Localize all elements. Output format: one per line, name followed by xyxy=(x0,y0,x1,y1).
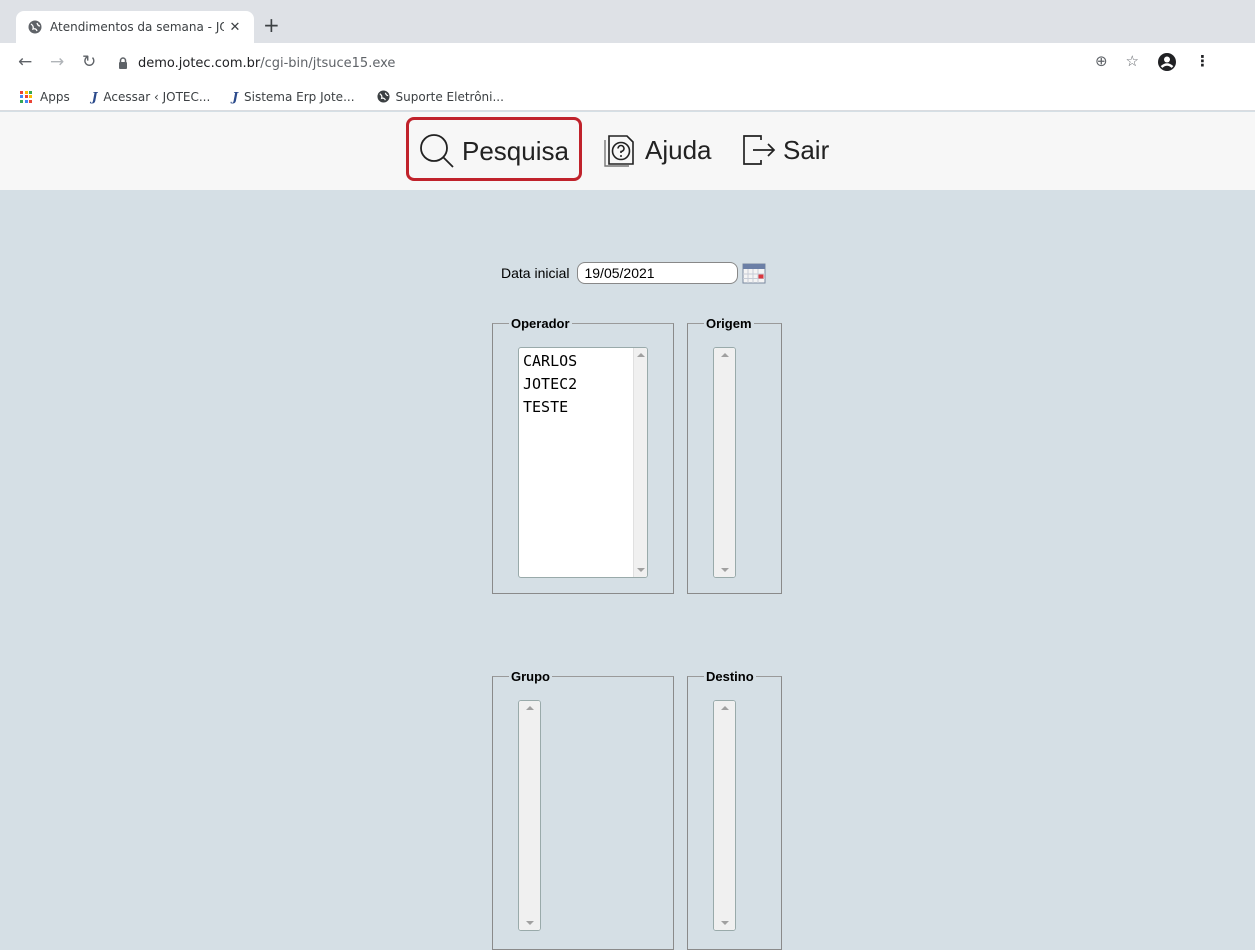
grupo-legend: Grupo xyxy=(511,669,550,684)
app-header: Pesquisa Ajuda Sair xyxy=(0,112,1255,190)
scrollbar[interactable] xyxy=(714,701,735,930)
bookmark-label: Suporte Eletrôni... xyxy=(395,89,504,104)
data-inicial-input[interactable] xyxy=(577,262,739,284)
url-path: /cgi-bin/jtsuce15.exe xyxy=(260,55,396,71)
address-bar[interactable]: demo.jotec.com.br/cgi-bin/jtsuce15.exe ⊕… xyxy=(112,49,1210,77)
origem-listbox[interactable] xyxy=(713,347,736,578)
bookmark-label: Sistema Erp Jote... xyxy=(244,89,355,104)
logout-icon xyxy=(743,135,776,165)
new-tab-button[interactable]: + xyxy=(263,15,280,35)
date-row: Data inicial xyxy=(501,262,766,284)
scroll-up-icon[interactable] xyxy=(721,706,729,710)
data-inicial-label: Data inicial xyxy=(501,265,570,281)
destino-legend: Destino xyxy=(706,669,754,684)
list-item[interactable]: TESTE xyxy=(523,396,577,419)
sair-label: Sair xyxy=(783,134,830,165)
globe-icon xyxy=(28,20,42,34)
list-item[interactable]: JOTEC2 xyxy=(523,373,577,396)
list-item[interactable]: CARLOS xyxy=(523,350,577,373)
reload-icon[interactable]: ↻ xyxy=(82,52,96,72)
bookmark-label: Acessar ‹ JOTEC... xyxy=(103,89,211,104)
scroll-down-icon[interactable] xyxy=(637,568,645,572)
browser-toolbar: ← → ↻ demo.jotec.com.br/cgi-bin/jtsuce15… xyxy=(0,43,1255,83)
ajuda-button[interactable]: Ajuda xyxy=(603,132,712,168)
back-icon[interactable]: ← xyxy=(18,52,32,72)
bookmark-apps[interactable]: Apps xyxy=(20,90,70,104)
operador-legend: Operador xyxy=(511,316,570,331)
scrollbar[interactable] xyxy=(714,348,735,577)
operador-listbox[interactable]: CARLOS JOTEC2 TESTE xyxy=(518,347,648,578)
grupo-listbox[interactable] xyxy=(518,700,541,931)
globe-icon xyxy=(376,90,390,103)
scroll-down-icon[interactable] xyxy=(721,921,729,925)
scrollbar[interactable] xyxy=(519,701,540,930)
url-host: demo.jotec.com.br xyxy=(138,55,261,71)
forward-icon[interactable]: → xyxy=(50,52,64,72)
bookmarks-bar: Apps J Acessar ‹ JOTEC... J Sistema Erp … xyxy=(0,83,1255,111)
jotec-logo-icon: J xyxy=(91,89,98,104)
help-document-icon xyxy=(604,135,634,167)
bookmark-label: Apps xyxy=(40,89,70,104)
browser-tabstrip: Atendimentos da semana - JO ✕ + xyxy=(0,0,1255,43)
star-icon[interactable]: ☆ xyxy=(1126,52,1139,72)
ajuda-label: Ajuda xyxy=(645,134,712,165)
scroll-up-icon[interactable] xyxy=(637,353,645,357)
lock-icon xyxy=(119,57,127,69)
destino-listbox[interactable] xyxy=(713,700,736,931)
scroll-down-icon[interactable] xyxy=(721,568,729,572)
scroll-up-icon[interactable] xyxy=(526,706,534,710)
tab-title: Atendimentos da semana - JO xyxy=(50,20,224,34)
bookmark-suporte[interactable]: Suporte Eletrôni... xyxy=(376,89,504,104)
profile-icon[interactable] xyxy=(1157,52,1177,72)
highlight-annotation xyxy=(406,117,582,181)
browser-tab[interactable]: Atendimentos da semana - JO ✕ xyxy=(16,11,254,43)
scroll-down-icon[interactable] xyxy=(526,921,534,925)
scroll-up-icon[interactable] xyxy=(721,353,729,357)
origem-legend: Origem xyxy=(706,316,752,331)
bookmark-sistema-erp[interactable]: J Sistema Erp Jote... xyxy=(232,90,354,104)
bookmark-jotec-acessar[interactable]: J Acessar ‹ JOTEC... xyxy=(92,90,211,104)
more-menu-icon[interactable]: ⋮ xyxy=(1195,52,1210,72)
apps-grid-icon xyxy=(20,90,32,103)
calendar-icon[interactable] xyxy=(742,262,766,284)
jotec-logo-icon: J xyxy=(232,89,238,104)
close-icon[interactable]: ✕ xyxy=(224,20,246,35)
scrollbar[interactable] xyxy=(633,348,647,577)
sair-button[interactable]: Sair xyxy=(741,132,829,168)
zoom-icon[interactable]: ⊕ xyxy=(1095,52,1108,72)
